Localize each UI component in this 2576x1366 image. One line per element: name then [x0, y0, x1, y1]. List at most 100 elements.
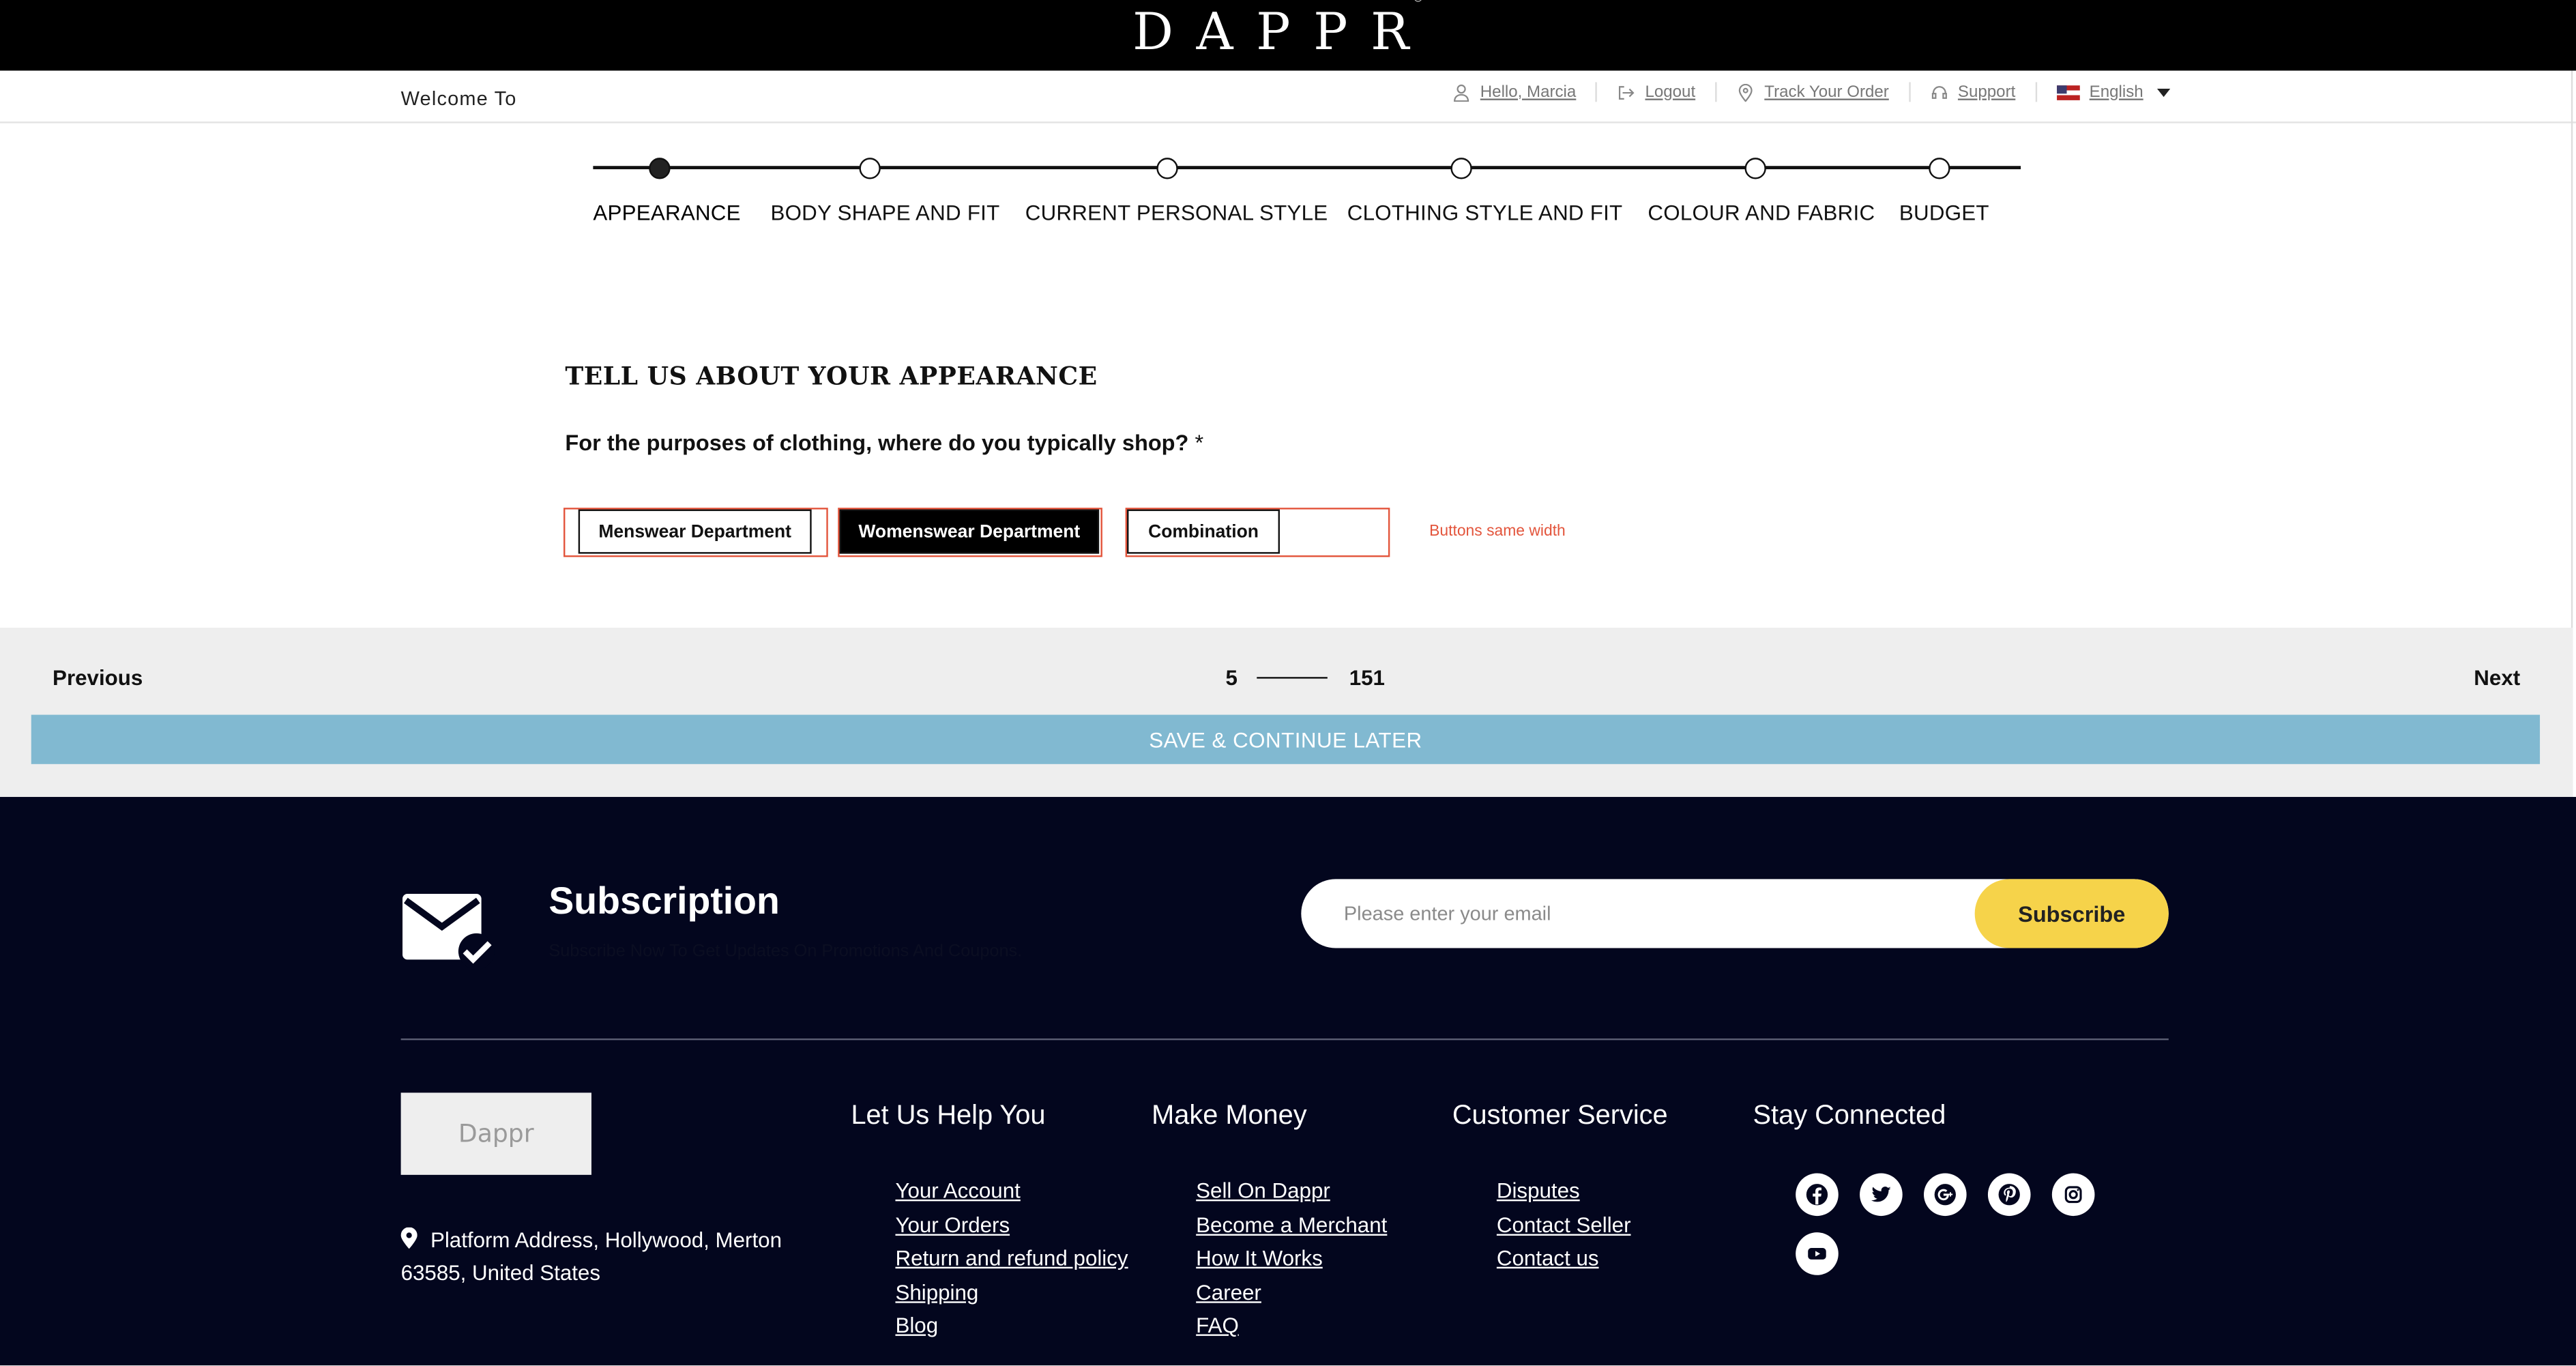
twitter-icon[interactable]	[1860, 1173, 1903, 1217]
footer-link-disputes[interactable]: Disputes	[1497, 1178, 1580, 1203]
option-outline-womenswear: Womenswear Department	[838, 508, 1102, 557]
divider	[2035, 82, 2037, 102]
footer-address: Platform Address, Hollywood, Merton 6358…	[400, 1224, 828, 1290]
facebook-icon[interactable]	[1796, 1173, 1839, 1217]
footer-link-become-merchant[interactable]: Become a Merchant	[1196, 1212, 1387, 1236]
footer-column-title: Let Us Help You	[851, 1101, 1046, 1131]
counter-divider	[1257, 677, 1328, 679]
footer-column-customer-service: Customer Service Disputes Contact Seller…	[1452, 1101, 1668, 1275]
footer-link-faq[interactable]: FAQ	[1196, 1313, 1239, 1337]
subscribe-form: Subscribe	[1301, 879, 2169, 948]
step-dot-clothing-style[interactable]	[1450, 158, 1472, 179]
top-header: Welcome To Hello, Marcia Logout Track Yo…	[0, 70, 2576, 123]
youtube-icon[interactable]	[1796, 1232, 1839, 1275]
pinterest-icon[interactable]	[1987, 1173, 2031, 1217]
track-order-label: Track Your Order	[1764, 83, 1889, 102]
language-label: English	[2089, 83, 2143, 102]
footer-link-sell-on-dappr[interactable]: Sell On Dappr	[1196, 1178, 1330, 1203]
step-label-budget[interactable]: BUDGET	[1899, 201, 1989, 225]
instagram-icon[interactable]	[2051, 1173, 2095, 1217]
option-outline-combination: Combination	[1125, 508, 1390, 557]
current-page: 5	[1225, 665, 1238, 691]
divider	[1715, 82, 1717, 102]
mail-check-icon	[402, 894, 495, 970]
location-pin-icon	[400, 1227, 418, 1249]
stepper-line	[593, 166, 2021, 170]
section-title: TELL US ABOUT YOUR APPEARANCE	[565, 361, 1098, 392]
total-pages: 151	[1349, 665, 1385, 691]
social-links	[1796, 1173, 2124, 1275]
language-selector[interactable]: English	[2056, 83, 2170, 102]
footer-link-contact-seller[interactable]: Contact Seller	[1497, 1212, 1631, 1236]
step-label-personal-style[interactable]: CURRENT PERSONAL STYLE	[1025, 201, 1328, 225]
footer-link-contact-us[interactable]: Contact us	[1497, 1245, 1599, 1270]
step-dot-budget[interactable]	[1929, 158, 1950, 179]
step-label-colour-fabric[interactable]: COLOUR AND FABRIC	[1648, 201, 1875, 225]
design-note: Buttons same width	[1429, 522, 1566, 541]
footer-link-career[interactable]: Career	[1196, 1279, 1261, 1304]
next-button[interactable]: Next	[2474, 665, 2520, 690]
footer-column-stay-connected: Stay Connected	[1753, 1101, 1946, 1132]
footer-column-title: Customer Service	[1452, 1101, 1668, 1131]
option-womenswear-button[interactable]: Womenswear Department	[839, 509, 1100, 554]
footer-link-your-orders[interactable]: Your Orders	[895, 1212, 1010, 1236]
question-text: For the purposes of clothing, where do y…	[565, 431, 1203, 455]
subscribe-button[interactable]: Subscribe	[1974, 879, 2169, 948]
pager-bar: Previous 5 151 Next SAVE & CONTINUE LATE…	[0, 627, 2573, 797]
logout-link[interactable]: Logout	[1618, 83, 1696, 102]
welcome-text: Welcome To	[400, 87, 517, 111]
footer-logo[interactable]: Dappr	[400, 1092, 591, 1175]
footer-column-title: Stay Connected	[1753, 1101, 1946, 1131]
save-continue-later-button[interactable]: SAVE & CONTINUE LATER	[31, 714, 2541, 764]
required-marker: *	[1195, 430, 1204, 456]
support-link[interactable]: Support	[1930, 83, 2015, 101]
footer-link-how-it-works[interactable]: How It Works	[1196, 1245, 1323, 1270]
step-label-body-shape[interactable]: BODY SHAPE AND FIT	[770, 201, 999, 225]
footer-column-title: Make Money	[1152, 1101, 1307, 1131]
headset-icon	[1931, 85, 1947, 98]
email-input[interactable]	[1343, 879, 1952, 948]
location-pin-icon	[1738, 83, 1753, 102]
footer-link-shipping[interactable]: Shipping	[895, 1279, 978, 1304]
progress-stepper: APPEARANCE BODY SHAPE AND FIT CURRENT PE…	[593, 158, 2021, 239]
step-dot-personal-style[interactable]	[1156, 158, 1178, 179]
previous-button[interactable]: Previous	[53, 665, 143, 690]
brand-logo[interactable]: DAPPR®	[0, 0, 2576, 63]
brand-trademark: ®	[1412, 0, 1424, 4]
us-flag-icon	[2056, 85, 2080, 100]
site-footer: Subscription Subscribe Now To Get Update…	[0, 796, 2576, 1366]
logout-icon	[1619, 85, 1635, 99]
logout-label: Logout	[1645, 83, 1696, 102]
chevron-down-icon	[2156, 87, 2170, 96]
track-order-link[interactable]: Track Your Order	[1736, 83, 1889, 102]
greeting-label: Hello, Marcia	[1480, 83, 1577, 102]
question-label: For the purposes of clothing, where do y…	[565, 430, 1189, 456]
subscription-title: Subscription	[548, 879, 780, 922]
footer-link-blog[interactable]: Blog	[895, 1313, 938, 1337]
divider	[1596, 82, 1598, 102]
option-combination-button[interactable]: Combination	[1127, 509, 1280, 554]
option-outline-menswear: Menswear Department	[564, 508, 828, 557]
user-greeting-link[interactable]: Hello, Marcia	[1452, 83, 1576, 101]
step-label-clothing-style[interactable]: CLOTHING STYLE AND FIT	[1347, 201, 1623, 225]
footer-link-your-account[interactable]: Your Account	[895, 1178, 1020, 1203]
brand-name: DAPPR	[1132, 3, 1433, 63]
step-label-appearance[interactable]: APPEARANCE	[593, 201, 740, 225]
subscription-description: Subscribe Now To Get Updates On Promotio…	[548, 941, 1023, 961]
footer-column-make-money: Make Money Sell On Dappr Become a Mercha…	[1152, 1101, 1387, 1343]
support-label: Support	[1957, 83, 2016, 102]
page-counter: 5 151	[1226, 665, 1385, 690]
footer-divider	[400, 1038, 2169, 1041]
footer-column-help: Let Us Help You Your Account Your Orders…	[851, 1101, 1128, 1343]
option-menswear-button[interactable]: Menswear Department	[578, 509, 812, 554]
footer-link-return-policy[interactable]: Return and refund policy	[895, 1245, 1128, 1270]
page: DAPPR® Welcome To Hello, Marcia Logout T…	[0, 0, 2576, 1366]
step-dot-body-shape[interactable]	[859, 158, 881, 179]
google-plus-icon[interactable]	[1924, 1173, 1967, 1217]
header-nav: Hello, Marcia Logout Track Your Order Su…	[1452, 82, 2170, 102]
address-text: Platform Address, Hollywood, Merton 6358…	[400, 1227, 782, 1285]
brand-bar: DAPPR®	[0, 0, 2576, 71]
step-dot-appearance[interactable]	[649, 158, 671, 179]
user-icon	[1454, 83, 1469, 102]
step-dot-colour-fabric[interactable]	[1744, 158, 1766, 179]
